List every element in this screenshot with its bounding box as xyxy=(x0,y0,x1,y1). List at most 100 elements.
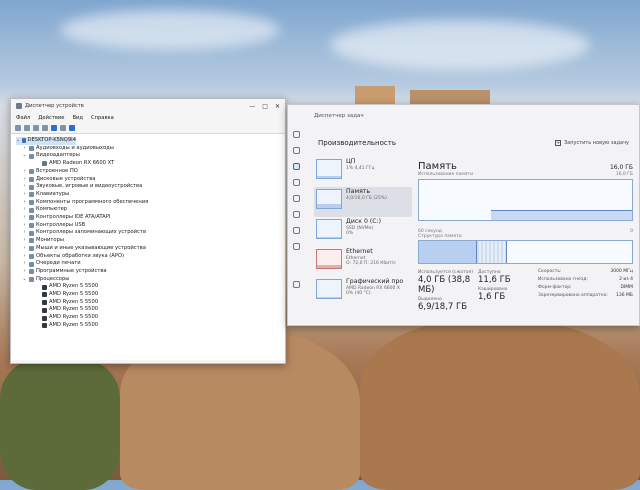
startup-icon[interactable] xyxy=(292,195,300,202)
processes-icon[interactable] xyxy=(292,147,300,154)
task-manager-window[interactable]: Диспетчер задач Производительность + Зап… xyxy=(287,104,640,326)
chevron-right-icon[interactable]: › xyxy=(22,214,27,222)
task-manager-titlebar[interactable]: Диспетчер задач xyxy=(288,105,639,127)
tree-category[interactable]: › Компоненты программного обеспечения xyxy=(16,199,285,207)
properties-icon[interactable] xyxy=(33,125,39,131)
chevron-right-icon[interactable]: › xyxy=(22,245,27,253)
menu-icon[interactable] xyxy=(292,131,300,138)
device-category-icon xyxy=(29,253,34,259)
cached-value: 1,6 ГБ xyxy=(478,292,506,302)
chevron-right-icon[interactable]: › xyxy=(22,168,27,176)
close-button[interactable]: ✕ xyxy=(275,103,280,110)
tree-category[interactable]: › Контроллеры запоминающих устройств xyxy=(16,229,285,237)
perf-item-text: Графический про AMD Radeon RX 6600 X 0% (4… xyxy=(346,278,403,305)
tree-category[interactable]: › Звуковые, игровые и видеоустройства xyxy=(16,183,285,191)
device-category-icon xyxy=(29,238,34,244)
perf-item[interactable]: ЦП 1% 4,41 ГГц xyxy=(314,157,412,187)
details-icon[interactable] xyxy=(292,227,300,234)
tree-device[interactable]: AMD Ryzen 5 5500 xyxy=(16,299,285,307)
chevron-right-icon[interactable]: › xyxy=(22,145,27,153)
chevron-right-icon[interactable]: › xyxy=(22,237,27,245)
tree-device[interactable]: AMD Ryzen 5 5500 xyxy=(16,283,285,291)
chevron-right-icon[interactable]: › xyxy=(22,268,27,276)
memory-property-value: DIMM xyxy=(620,285,633,290)
cpu-icon xyxy=(42,300,47,306)
perf-item[interactable]: Ethernet Ethernet О: 72,0 П: 216 Кбит/с xyxy=(314,247,412,277)
memory-composition-bar[interactable] xyxy=(418,240,633,264)
tree-device[interactable]: AMD Ryzen 5 5500 xyxy=(16,306,285,314)
run-new-task-label: Запустить новую задачу xyxy=(563,140,629,146)
device-category-icon xyxy=(29,261,34,267)
chevron-right-icon[interactable]: › xyxy=(22,229,27,237)
back-arrow-icon[interactable] xyxy=(15,125,21,131)
performance-icon[interactable] xyxy=(292,163,300,170)
device-manager-titlebar[interactable]: Диспетчер устройств — □ ✕ xyxy=(11,99,285,113)
tree-category[interactable]: › Клавиатуры xyxy=(16,191,285,199)
device-tree[interactable]: ⌄ DESKTOP-K5NQ9I4 › Аудиовходы и аудиовых… xyxy=(11,134,285,360)
minimize-button[interactable]: — xyxy=(249,103,255,110)
wallpaper-building xyxy=(355,86,395,106)
services-icon[interactable] xyxy=(292,243,300,250)
perf-item[interactable]: Графический про AMD Radeon RX 6600 X 0% (4… xyxy=(314,277,412,307)
tree-category[interactable]: ⌄ Процессоры xyxy=(16,276,285,284)
tree-category[interactable]: › Компьютер xyxy=(16,206,285,214)
window-title: Диспетчер задач xyxy=(314,113,364,119)
chevron-right-icon[interactable]: › xyxy=(22,176,27,184)
tree-device[interactable]: AMD Radeon RX 6600 XT xyxy=(16,160,285,168)
maximize-button[interactable]: □ xyxy=(262,103,268,110)
chevron-right-icon[interactable]: › xyxy=(22,191,27,199)
tree-device-label: AMD Ryzen 5 5500 xyxy=(49,306,99,313)
chevron-right-icon[interactable]: › xyxy=(22,183,27,191)
users-icon[interactable] xyxy=(292,211,300,218)
section-title: Производительность xyxy=(318,139,396,147)
tree-device[interactable]: AMD Ryzen 5 5500 xyxy=(16,291,285,299)
monitor-icon[interactable] xyxy=(69,125,75,131)
tree-category[interactable]: › Объекты обработки звука (APO) xyxy=(16,253,285,261)
tree-category[interactable]: › Мыши и иные указывающие устройства xyxy=(16,245,285,253)
perf-item[interactable]: Память 4,0/16,0 ГБ (25%) xyxy=(314,187,412,217)
plus-icon: + xyxy=(554,140,561,146)
menu-file[interactable]: Файл xyxy=(16,115,30,121)
tree-category[interactable]: › Программные устройства xyxy=(16,268,285,276)
scan-icon[interactable] xyxy=(42,125,48,131)
update-driver-icon[interactable] xyxy=(60,125,66,131)
settings-icon[interactable] xyxy=(292,281,300,288)
tree-category[interactable]: › Аудиовходы и аудиовыходы xyxy=(16,145,285,153)
tree-category[interactable]: › Очереди печати xyxy=(16,260,285,268)
tree-category[interactable]: › Мониторы xyxy=(16,237,285,245)
chevron-right-icon[interactable]: › xyxy=(22,199,27,207)
chevron-down-icon[interactable]: ⌄ xyxy=(22,152,27,160)
chevron-down-icon[interactable]: ⌄ xyxy=(16,137,20,145)
tree-category-label: Видеоадаптеры xyxy=(36,152,80,159)
tree-root[interactable]: ⌄ DESKTOP-K5NQ9I4 xyxy=(16,137,76,145)
perf-item-sub: AMD Radeon RX 6600 X xyxy=(346,285,400,291)
help-icon[interactable] xyxy=(51,125,57,131)
chevron-right-icon[interactable]: › xyxy=(22,206,27,214)
tree-category[interactable]: ⌄ Видеоадаптеры xyxy=(16,152,285,160)
in-use-value: 4,0 ГБ (38,8 МБ) xyxy=(418,275,471,295)
tree-device[interactable]: AMD Ryzen 5 5500 xyxy=(16,314,285,322)
perf-item-sub: 1% 4,41 ГГц xyxy=(346,165,375,171)
chevron-down-icon[interactable]: ⌄ xyxy=(22,276,27,284)
tree-category[interactable]: › Встроенное ПО xyxy=(16,168,285,176)
app-history-icon[interactable] xyxy=(292,179,300,186)
menu-help[interactable]: Справка xyxy=(91,115,114,121)
perf-thumbnail-fill xyxy=(317,265,341,268)
memory-properties: Скорость: 3000 МГц Использовано гнезд: 2 из… xyxy=(538,268,633,312)
perf-item-sub2: 0% xyxy=(346,230,354,236)
perf-thumbnail-fill xyxy=(317,297,341,298)
tree-category[interactable]: › Контроллеры IDE ATA/ATAPI xyxy=(16,214,285,222)
run-new-task-button[interactable]: + Запустить новую задачу xyxy=(554,140,629,146)
perf-item[interactable]: Диск 0 (C:) SSD (NVMe) 0% xyxy=(314,217,412,247)
forward-arrow-icon[interactable] xyxy=(24,125,30,131)
memory-property: Использовано гнезд: 2 из 4 xyxy=(538,276,633,284)
chevron-right-icon[interactable]: › xyxy=(22,253,27,261)
menu-action[interactable]: Действие xyxy=(38,115,64,121)
tree-device[interactable]: AMD Ryzen 5 5500 xyxy=(16,322,285,330)
device-manager-window[interactable]: Диспетчер устройств — □ ✕ Файл Действие … xyxy=(10,98,286,364)
device-category-icon xyxy=(29,184,34,190)
graph-min-label: 0 xyxy=(630,229,633,234)
menu-view[interactable]: Вид xyxy=(72,115,83,121)
chevron-right-icon[interactable]: › xyxy=(22,222,27,230)
chevron-right-icon[interactable]: › xyxy=(22,260,27,268)
